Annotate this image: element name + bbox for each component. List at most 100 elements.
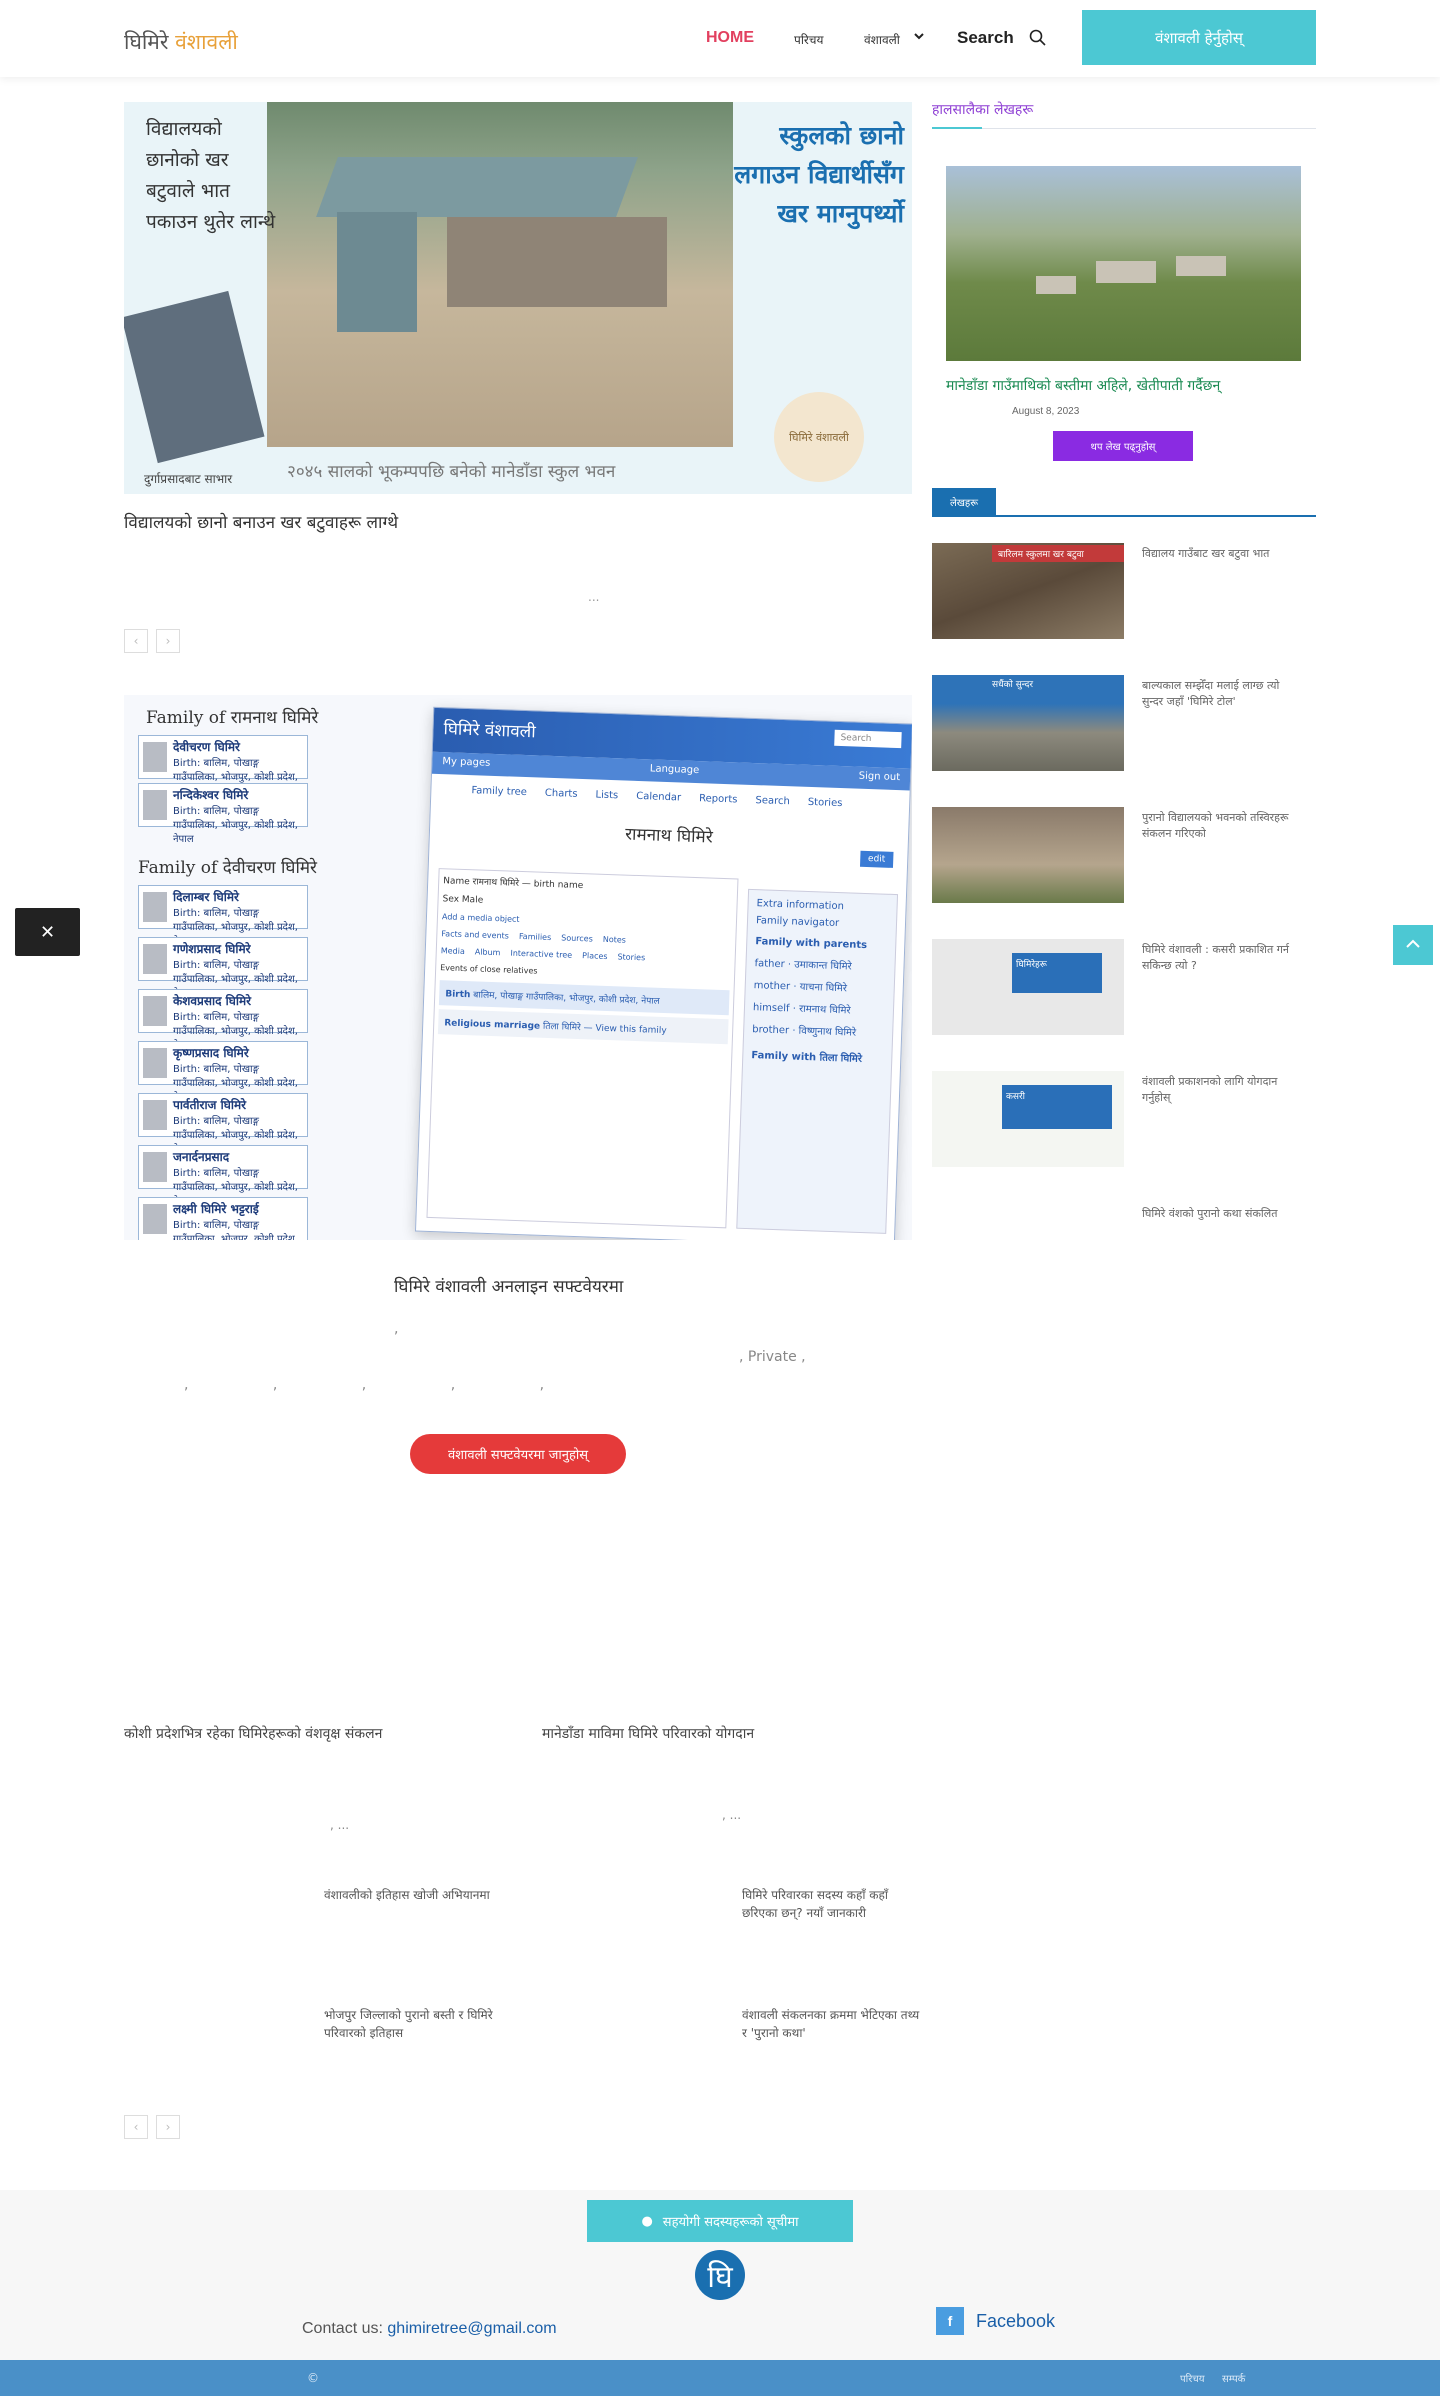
prev-page-button[interactable]: ‹ [124, 2115, 148, 2139]
software-text-line: , [394, 1321, 399, 1337]
sidebar-tag-line [932, 515, 1316, 517]
sidebar-item-title[interactable]: घिमिरे वंशावली : कसरी प्रकाशित गर्न सकिन… [1142, 942, 1297, 974]
sidebar-item-title[interactable]: वंशावली प्रकाशनको लागि योगदान गर्नुहोस् [1142, 1074, 1297, 1106]
person-name: पार्वतीराज घिमिरे [173, 1098, 247, 1112]
list-item[interactable]: घिमिरे परिवारका सदस्य कहाँ कहाँ छरिएका छ… [742, 1886, 922, 1922]
thumbnail-banner: घिमिरेहरू [1012, 953, 1102, 993]
hero-image[interactable]: विद्यालयको छानोको खर बटुवाले भात पकाउन थ… [124, 102, 912, 494]
village-house [1036, 276, 1076, 294]
article-thumbnail[interactable] [932, 807, 1124, 903]
software-article-text: , , Private , , , , , , [124, 1315, 912, 1399]
person-card: नन्दिकेश्वर घिमिरे Birth: बालिम, पोखाङ्ग … [138, 783, 308, 845]
app-menu-sign-out: Sign out [858, 770, 901, 784]
person-card: देवीचरण घिमिरे Birth: बालिम, पोखाङ्ग गाउँ… [138, 735, 308, 797]
village-house [1176, 256, 1226, 276]
sidebar-divider-accent [932, 127, 982, 129]
sidebar-item-title[interactable]: पुरानो विद्यालयको भवनको तस्विरहरू संकलन … [1142, 810, 1297, 842]
family-tree-screenshot[interactable]: Family of रामनाथ घिमिरे देवीचरण घिमिरे Bi… [124, 695, 912, 1240]
contact-label: Contact us: [302, 2320, 383, 2337]
person-card: पार्वतीराज घिमिरे Birth: बालिम, पोखाङ्ग ग… [138, 1093, 308, 1155]
avatar [143, 944, 167, 974]
app-marriage-row: Religious marriage तिला घिमिरे — View th… [437, 1009, 729, 1045]
scroll-to-top-button[interactable] [1393, 925, 1433, 965]
app-tab: Places [581, 951, 608, 962]
person-name: नन्दिकेश्वर घिमिरे [173, 788, 249, 802]
sidebar-divider [932, 128, 1316, 129]
person-card: कृष्णप्रसाद घिमिरे Birth: बालिम, पोखाङ्ग … [138, 1041, 308, 1103]
app-tab: Album [474, 947, 501, 958]
article-thumbnail[interactable]: कसरी [932, 1071, 1124, 1167]
app-side-extra: Extra information [756, 898, 845, 913]
list-item[interactable]: वंशावलीको इतिहास खोजी अभियानमा [324, 1886, 504, 1904]
hero-excerpt: ... [588, 590, 600, 604]
app-side-parents: Family with parents [755, 936, 868, 952]
article-thumbnail[interactable]: घिमिरेहरू [932, 939, 1124, 1035]
footer-logo[interactable]: घि [695, 2250, 745, 2300]
read-more-button[interactable]: थप लेख पढ्नुहोस् [1053, 431, 1193, 461]
search-button[interactable]: Search [957, 28, 1014, 48]
app-side-role: mother [753, 980, 791, 993]
featured-article-title[interactable]: मानेडाँडा गाउँमाथिको बस्तीमा अहिले, खेती… [946, 376, 1220, 395]
next-page-button[interactable]: › [156, 2115, 180, 2139]
app-tool: Reports [698, 793, 738, 806]
supporters-button-label: सहयोगी सदस्यहरूको सूचीमा [662, 2215, 799, 2230]
app-side-row: mother · याचना घिमिरे [753, 980, 848, 995]
app-facts-panel: Name रामनाथ घिमिरे — birth name Sex Male… [426, 868, 739, 1229]
app-tab: Media [440, 946, 465, 957]
nav-intro[interactable]: परिचय [794, 31, 823, 48]
list-item[interactable]: वंशावली संकलनका क्रममा भेटिएका तथ्य र 'प… [742, 2006, 922, 2042]
article-thumbnail[interactable]: सधैंको सुन्दर [932, 675, 1124, 771]
article-title-left[interactable]: कोशी प्रदेशभित्र रहेका घिमिरेहरूको वंशवृ… [124, 1724, 382, 1743]
nav-genealogy[interactable]: वंशावली [864, 31, 900, 48]
genealogy-app-window: घिमिरे वंशावली Search My pages Language Sig… [414, 706, 912, 1240]
app-side-person: रामनाथ घिमिरे [798, 1003, 851, 1017]
footer-link-contact[interactable]: सम्पर्क [1222, 2371, 1245, 2385]
person-name: कृष्णप्रसाद घिमिरे [173, 1046, 249, 1060]
sidebar-item-title[interactable]: विद्यालय गाउँबाट खर बटुवा भात [1142, 546, 1297, 562]
sidebar-heading: हालसालैका लेखहरू [932, 102, 1034, 118]
person-card: लक्ष्मी घिमिरे भट्टराई Birth: बालिम, पोखा… [138, 1197, 308, 1240]
footer-link-intro[interactable]: परिचय [1180, 2371, 1205, 2385]
thumbnail-banner: बारिलम स्कुलमा खर बटुवा [992, 545, 1124, 562]
site-logo[interactable]: घिमिरे वंशावली [124, 28, 238, 56]
supporters-button[interactable]: ● सहयोगी सदस्यहरूको सूचीमा [587, 2200, 853, 2242]
sidebar-item-title[interactable]: बाल्यकाल सम्झेँदा मलाई लाग्छ त्यो सुन्दर… [1142, 678, 1297, 710]
next-page-button[interactable]: › [156, 629, 180, 653]
facebook-link[interactable]: f Facebook [936, 2307, 1055, 2335]
close-icon[interactable]: ✕ [15, 908, 80, 956]
software-article-title[interactable]: घिमिरे वंशावली अनलाइन सफ्टवेयरमा [394, 1274, 623, 1297]
avatar [143, 790, 167, 820]
sidebar-tag: लेखहरू [932, 488, 996, 516]
app-tab: Facts and events [441, 929, 510, 941]
list-item[interactable]: भोजपुर जिल्लाको पुरानो बस्ती र घिमिरे पर… [324, 2006, 504, 2042]
footer-bottom-bar: © परिचय सम्पर्क [0, 2360, 1440, 2396]
article-thumbnail[interactable]: बारिलम स्कुलमा खर बटुवा [932, 543, 1124, 639]
view-genealogy-button[interactable]: वंशावली हेर्नुहोस् [1082, 10, 1316, 65]
school-roof [316, 157, 638, 217]
person-name: लक्ष्मी घिमिरे भट्टराई [173, 1202, 259, 1216]
search-icon[interactable] [1029, 29, 1046, 46]
person-card: दिलाम्बर घिमिरे Birth: बालिम, पोखाङ्ग गाउ… [138, 885, 308, 947]
avatar [143, 1204, 167, 1234]
go-to-software-button[interactable]: वंशावली सफ्टवेयरमा जानुहोस् [410, 1434, 626, 1474]
hero-right-text: स्कुलको छानो लगाउन विद्यार्थीसँग खर माग्… [734, 121, 904, 228]
app-side-row: himself · रामनाथ घिमिरे [752, 1002, 851, 1017]
featured-village-photo[interactable] [946, 166, 1301, 361]
hero-left-text: विद्यालयको छानोको खर बटुवाले भात पकाउन थ… [146, 118, 276, 233]
ghimire-badge: घिमिरे वंशावली [774, 392, 864, 482]
article-title-right[interactable]: मानेडाँडा माविमा घिमिरे परिवारको योगदान [542, 1724, 754, 1743]
contact-email-link[interactable]: ghimiretree@gmail.com [387, 2320, 556, 2337]
book-label: दुर्गाप्रसादबाट साभार [144, 472, 233, 486]
app-birth-label: Birth [445, 989, 471, 1001]
avatar [143, 1048, 167, 1078]
hero-article-title[interactable]: विद्यालयको छानो बनाउन खर बटुवाहरू लाग्थे [124, 510, 398, 533]
app-tool: Calendar [636, 790, 682, 804]
nav-home[interactable]: HOME [706, 29, 754, 47]
chevron-down-icon[interactable] [914, 31, 924, 41]
logo-text: घिमिरे [124, 30, 169, 54]
sidebar-item-title[interactable]: घिमिरे वंशको पुरानो कथा संकलित [1142, 1206, 1297, 1222]
article-excerpt-right: , ... [722, 1808, 742, 1822]
software-text-line: , Private , [739, 1349, 806, 1365]
prev-page-button[interactable]: ‹ [124, 629, 148, 653]
app-birth-value: बालिम, पोखाङ्ग गाउँपालिका, भोजपुर, कोशी … [473, 990, 660, 1007]
